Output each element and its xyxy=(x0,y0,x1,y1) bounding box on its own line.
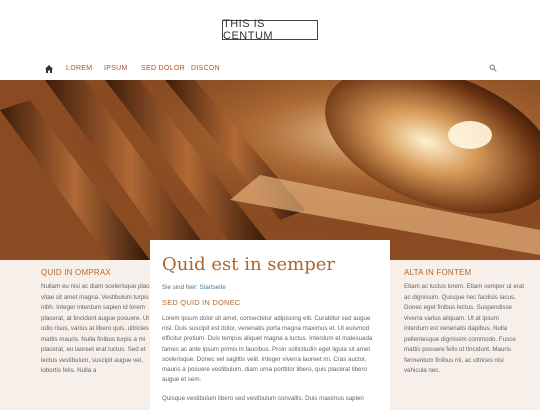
nav-item-ipsum[interactable]: IPSUM xyxy=(104,65,128,72)
right-sidebar-title: ALTA IN FONTEM xyxy=(404,268,472,277)
nav-item-lorem[interactable]: LOREM xyxy=(66,65,92,72)
left-sidebar: QUID IN OMPRAX Nullam eu nisi ac diam sc… xyxy=(41,260,161,377)
left-sidebar-title: QUID IN OMPRAX xyxy=(41,268,111,277)
hero-image xyxy=(0,80,540,260)
search-icon[interactable] xyxy=(489,64,497,72)
left-sidebar-text: Nullam eu nisi ac diam scelerisque place… xyxy=(41,283,160,374)
breadcrumb-prefix: Sie sind hier: xyxy=(162,284,198,291)
site-header: THIS IS CENTUM xyxy=(0,0,540,60)
cutlery-photo xyxy=(0,80,540,260)
body-paragraph-2: Quisque vestibulum libero sed vestibulum… xyxy=(162,395,364,402)
right-sidebar-text: Etiam ac luctus lorem. Etiam semper ut e… xyxy=(404,283,525,374)
body-paragraph-1: Lorem ipsum dolor sit amet, consectetur … xyxy=(162,315,373,384)
page-title: Quid est in semper xyxy=(162,254,336,275)
nav-item-discon[interactable]: DISCON xyxy=(191,65,220,72)
main-navigation: LOREM IPSUM SED DOLOR DISCON xyxy=(0,60,540,80)
main-content-card: Quid est in semper Sie sind hier: Starts… xyxy=(150,240,390,410)
nav-item-sed-dolor[interactable]: SED DOLOR xyxy=(141,65,185,72)
section-subtitle: SED QUID IN DONEC xyxy=(162,298,241,307)
site-logo[interactable]: THIS IS CENTUM xyxy=(222,18,318,42)
breadcrumb: Sie sind hier: Startseite xyxy=(162,284,226,291)
breadcrumb-link-home[interactable]: Startseite xyxy=(200,284,226,291)
right-sidebar: ALTA IN FONTEM Etiam ac luctus lorem. Et… xyxy=(404,260,524,377)
home-icon[interactable] xyxy=(44,64,54,74)
